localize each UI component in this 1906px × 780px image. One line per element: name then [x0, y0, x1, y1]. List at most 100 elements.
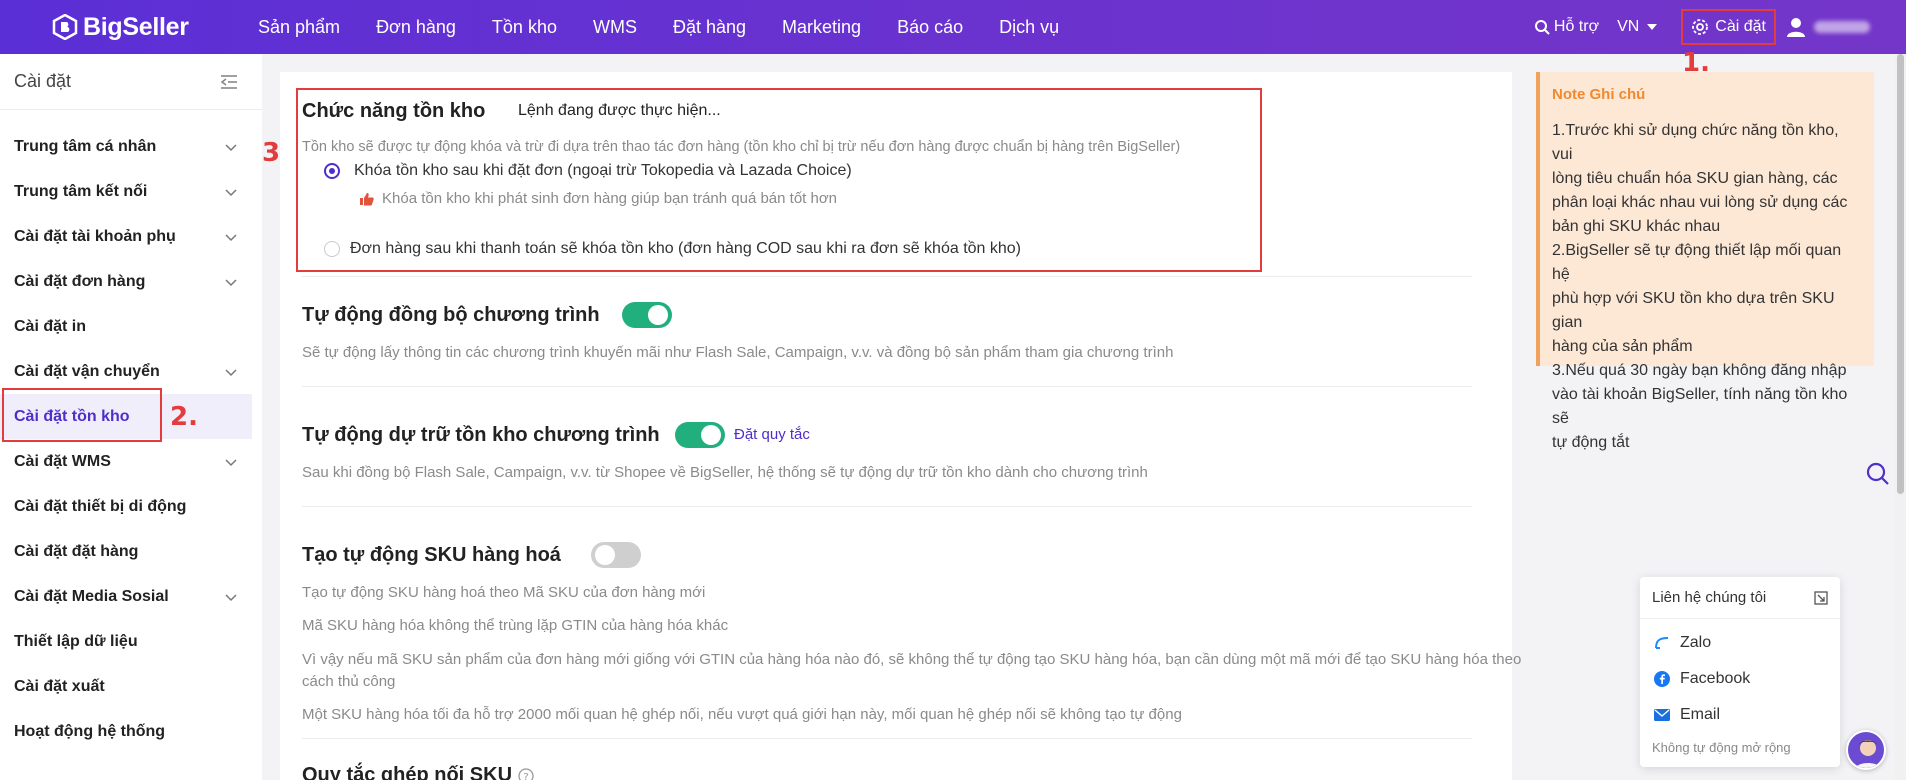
- sidebar-item-label: Hoạt động hệ thống: [14, 722, 166, 740]
- main-nav: Sản phẩm Đơn hàng Tồn kho WMS Đặt hàng M…: [258, 0, 1095, 54]
- contact-footer: Không tự động mở rộng: [1652, 740, 1791, 755]
- contact-zalo[interactable]: Zalo: [1640, 625, 1840, 661]
- scrollbar-thumb[interactable]: [1897, 54, 1904, 494]
- note-title: Note Ghi chú: [1552, 86, 1646, 103]
- divider: [302, 386, 1472, 387]
- sidebar-header: Cài đặt: [0, 54, 262, 110]
- nav-don-hang[interactable]: Đơn hàng: [376, 17, 456, 38]
- chevron-down-icon: [225, 233, 237, 241]
- sidebar-item[interactable]: Cài đặt xuất: [0, 664, 262, 709]
- chevron-down-icon: [225, 188, 237, 196]
- note-lines: 1.Trước khi sử dụng chức năng tồn kho, v…: [1552, 119, 1862, 455]
- settings-content: Chức năng tồn kho Lệnh đang được thực hi…: [280, 72, 1521, 780]
- chevron-down-icon: [225, 278, 237, 286]
- sidebar-item[interactable]: Cài đặt đặt hàng: [0, 529, 262, 574]
- sidebar-item[interactable]: Trung tâm cá nhân: [0, 124, 262, 169]
- user-icon: [1787, 18, 1805, 37]
- sidebar-item[interactable]: Trung tâm kết nối: [0, 169, 262, 214]
- note-line: phân loại khác nhau vui lòng sử dụng các: [1552, 194, 1848, 211]
- sidebar-item-label: Trung tâm kết nối: [14, 182, 148, 200]
- svg-text:?: ?: [523, 772, 528, 780]
- nav-ton-kho[interactable]: Tồn kho: [492, 17, 557, 38]
- zalo-label: Zalo: [1680, 634, 1712, 651]
- sidebar-item-label: Cài đặt thiết bị di động: [14, 497, 187, 515]
- support-agent-avatar[interactable]: [1846, 730, 1886, 770]
- minimize-icon[interactable]: [1814, 590, 1828, 605]
- divider: [302, 738, 1472, 739]
- sidebar-item-label: Cài đặt vận chuyển: [14, 362, 160, 380]
- auto-sku-line-2: Mã SKU hàng hóa không thể trùng lặp GTIN…: [302, 617, 729, 634]
- page-scrollbar[interactable]: [1894, 54, 1906, 780]
- support-label: Hỗ trợ: [1553, 18, 1600, 35]
- agent-avatar-icon: [1854, 740, 1882, 768]
- top-navigation-bar: BigSeller Sản phẩm Đơn hàng Tồn kho WMS …: [0, 0, 1906, 54]
- thumbs-up-icon: [360, 192, 374, 205]
- nav-bao-cao[interactable]: Báo cáo: [897, 17, 963, 38]
- collapse-sidebar-icon[interactable]: [220, 74, 238, 90]
- note-line: 3.Nếu quá 30 ngày bạn không đăng nhập: [1552, 362, 1847, 379]
- sidebar-item[interactable]: Cài đặt đơn hàng: [0, 259, 262, 304]
- sidebar-item-label: Cài đặt in: [14, 317, 87, 335]
- note-line: vào tài khoản BigSeller, tính năng tồn k…: [1552, 386, 1848, 427]
- sidebar-item[interactable]: Cài đặt thiết bị di động: [0, 484, 262, 529]
- sidebar-item[interactable]: Hoạt động hệ thống: [0, 709, 262, 754]
- note-line: tự động tắt: [1552, 434, 1630, 451]
- note-line: 2.BigSeller sẽ tự động thiết lập mối qua…: [1552, 242, 1842, 283]
- sidebar-item-label: Trung tâm cá nhân: [14, 137, 157, 155]
- sidebar-item-label: Cài đặt đơn hàng: [14, 272, 146, 290]
- contact-facebook[interactable]: Facebook: [1640, 661, 1840, 697]
- radio-option-2[interactable]: [324, 241, 340, 257]
- toggle-knob: [701, 425, 721, 445]
- top-right-tools: Hỗ trợ VN Cài đặt: [1534, 0, 1906, 54]
- nav-wms[interactable]: WMS: [593, 17, 637, 38]
- sidebar-item-label: Cài đặt tài khoản phụ: [14, 227, 176, 245]
- option-1-hint-text: Khóa tồn kho khi phát sinh đơn hàng giúp…: [382, 190, 838, 207]
- sidebar-item[interactable]: Thiết lập dữ liệu: [0, 619, 262, 664]
- auto-sku-line-3: Vì vậy nếu mã SKU sản phẩm của đơn hàng …: [302, 651, 1522, 668]
- language-dropdown[interactable]: VN: [1617, 18, 1663, 36]
- floating-search-icon[interactable]: [1866, 462, 1890, 486]
- user-menu[interactable]: [1786, 17, 1876, 37]
- nav-marketing[interactable]: Marketing: [782, 17, 861, 38]
- inventory-option-1[interactable]: Khóa tồn kho sau khi đặt đơn (ngoại trừ …: [324, 162, 852, 180]
- chevron-down-icon: [225, 458, 237, 466]
- nav-san-pham[interactable]: Sản phẩm: [258, 17, 340, 38]
- divider: [302, 506, 1472, 507]
- auto-sku-line-1: Tạo tự động SKU hàng hoá theo Mã SKU của…: [302, 584, 706, 601]
- support-link[interactable]: Hỗ trợ: [1534, 18, 1599, 36]
- help-icon[interactable]: ?: [518, 767, 534, 780]
- set-rules-link[interactable]: Đặt quy tắc: [734, 426, 810, 443]
- auto-sku-line-5: Một SKU hàng hóa tối đa hỗ trợ 2000 mối …: [302, 706, 1182, 723]
- sidebar-item[interactable]: Cài đặt Media Sosial: [0, 574, 262, 619]
- toggle-knob: [648, 305, 668, 325]
- logo-text: BigSeller: [83, 12, 189, 41]
- reserve-toggle[interactable]: [675, 422, 725, 448]
- chevron-down-icon: [225, 143, 237, 151]
- inventory-option-2[interactable]: Đơn hàng sau khi thanh toán sẽ khóa tồn …: [324, 240, 1021, 258]
- nav-dat-hang[interactable]: Đặt hàng: [673, 17, 746, 38]
- divider: [302, 276, 1472, 277]
- sidebar-item[interactable]: Cài đặt in: [0, 304, 262, 349]
- contact-header: Liên hệ chúng tôi: [1640, 577, 1840, 619]
- sidebar-item-label: Cài đặt đặt hàng: [14, 542, 139, 560]
- facebook-icon: [1654, 671, 1670, 687]
- auto-sku-title: Tạo tự động SKU hàng hoá: [302, 544, 561, 566]
- sidebar-item[interactable]: Cài đặt WMS: [0, 439, 262, 484]
- radio-option-1[interactable]: [324, 163, 340, 179]
- annotation-2: 2.: [170, 402, 198, 432]
- contact-email[interactable]: Email: [1640, 697, 1840, 733]
- next-section-header: Quy tắc ghép nối SKU ?: [302, 764, 534, 780]
- sync-toggle[interactable]: [622, 302, 672, 328]
- settings-button[interactable]: Cài đặt: [1681, 9, 1776, 45]
- caret-down-icon: [1647, 24, 1658, 30]
- bigseller-logo-icon: [52, 14, 78, 40]
- nav-dich-vu[interactable]: Dịch vụ: [999, 17, 1059, 38]
- sidebar-item[interactable]: Cài đặt tài khoản phụ: [0, 214, 262, 259]
- auto-sku-toggle[interactable]: [591, 542, 641, 568]
- sync-desc: Sẽ tự động lấy thông tin các chương trìn…: [302, 344, 1174, 361]
- note-line: hàng của sản phẩm: [1552, 338, 1693, 355]
- facebook-label: Facebook: [1680, 670, 1751, 687]
- bigseller-logo[interactable]: BigSeller: [52, 13, 258, 42]
- note-line: bản ghi SKU khác nhau: [1552, 218, 1721, 235]
- sku-matching-title: Quy tắc ghép nối SKU: [302, 764, 513, 780]
